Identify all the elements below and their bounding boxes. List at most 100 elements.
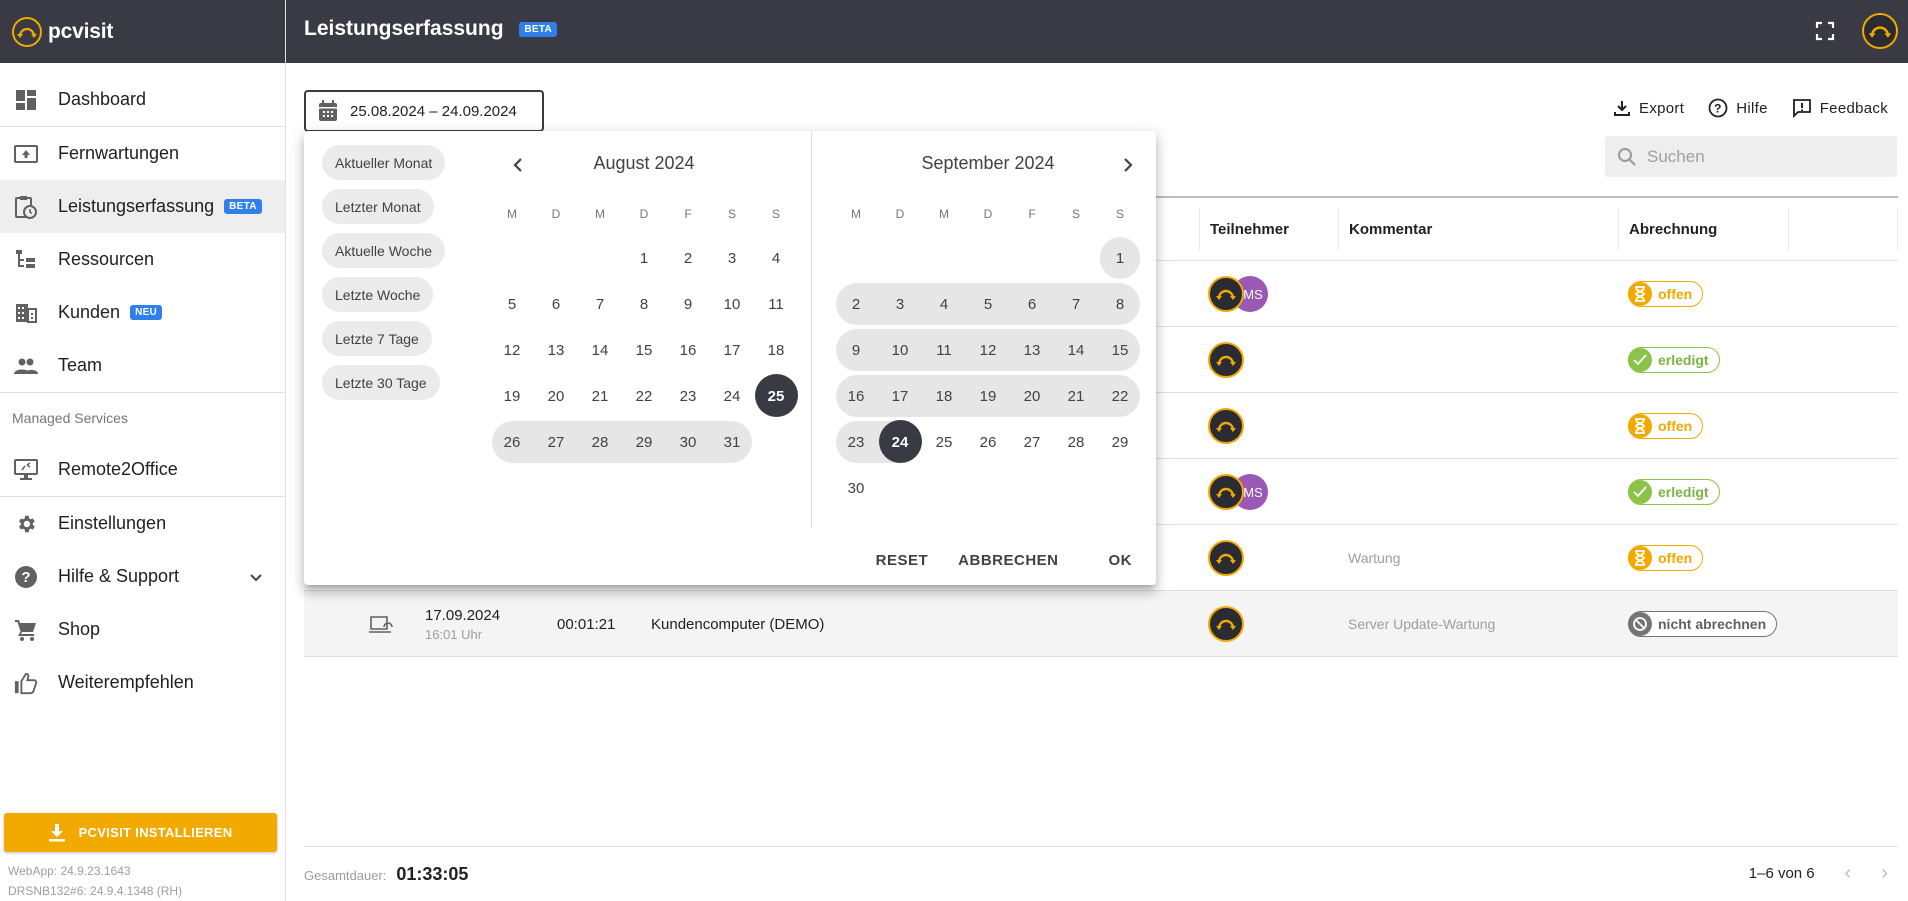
calendar-day[interactable]: 1 xyxy=(622,235,666,281)
sidebar-item-ressourcen[interactable]: Ressourcen xyxy=(0,233,285,286)
calendar-day[interactable]: 7 xyxy=(1054,281,1098,327)
calendar-day[interactable]: 28 xyxy=(578,419,622,465)
calendar-day[interactable]: 19 xyxy=(490,373,534,419)
calendar-day[interactable]: 18 xyxy=(754,327,798,373)
billing-status-badge[interactable]: offen xyxy=(1628,413,1704,439)
calendar-day[interactable]: 22 xyxy=(622,373,666,419)
calendar-day[interactable]: 21 xyxy=(578,373,622,419)
participant-avatar-pcvisit[interactable] xyxy=(1208,276,1244,312)
calendar-day[interactable]: 5 xyxy=(966,281,1010,327)
cancel-button[interactable]: ABBRECHEN xyxy=(958,552,1058,569)
preset-chip[interactable]: Aktueller Monat xyxy=(322,145,446,180)
calendar-day[interactable]: 4 xyxy=(754,235,798,281)
participant-avatar-pcvisit[interactable] xyxy=(1208,474,1244,510)
calendar-day[interactable]: 11 xyxy=(922,327,966,373)
calendar-day[interactable]: 6 xyxy=(1010,281,1054,327)
calendar-day[interactable]: 26 xyxy=(490,419,534,465)
calendar-day[interactable]: 18 xyxy=(922,373,966,419)
sidebar-item-fernwartungen[interactable]: Fernwartungen xyxy=(0,127,285,180)
sidebar-item-einstellungen[interactable]: Einstellungen xyxy=(0,497,285,550)
billing-status-badge[interactable]: erledigt xyxy=(1628,347,1720,373)
next-page-icon[interactable]: › xyxy=(1881,862,1888,885)
prev-page-icon[interactable]: ‹ xyxy=(1845,862,1852,885)
participant-avatar-pcvisit[interactable] xyxy=(1208,540,1244,576)
calendar-day[interactable]: 1 xyxy=(1098,235,1142,281)
billing-status-badge[interactable]: nicht abrechnen xyxy=(1628,611,1778,637)
ok-button[interactable]: OK xyxy=(1109,552,1133,569)
calendar-day[interactable]: 20 xyxy=(1010,373,1054,419)
calendar-day[interactable]: 11 xyxy=(754,281,798,327)
billing-status-badge[interactable]: erledigt xyxy=(1628,479,1720,505)
calendar-day[interactable]: 17 xyxy=(878,373,922,419)
calendar-day[interactable]: 5 xyxy=(490,281,534,327)
reset-button[interactable]: RESET xyxy=(876,552,929,569)
calendar-day[interactable]: 12 xyxy=(966,327,1010,373)
calendar-day[interactable]: 24 xyxy=(710,373,754,419)
calendar-day[interactable]: 10 xyxy=(710,281,754,327)
preset-chip[interactable]: Letzte Woche xyxy=(322,277,434,312)
table-row[interactable]: 17.09.2024 16:01 Uhr 00:01:21 Kundencompute… xyxy=(304,591,1898,657)
calendar-day[interactable]: 14 xyxy=(578,327,622,373)
calendar-day[interactable]: 3 xyxy=(878,281,922,327)
column-header-billing[interactable]: Abrechnung xyxy=(1618,208,1717,250)
search-field[interactable] xyxy=(1605,136,1897,177)
sidebar-item-leistungserfassung[interactable]: Leistungserfassung BETA xyxy=(0,180,285,233)
calendar-day[interactable]: 7 xyxy=(578,281,622,327)
participant-avatar-pcvisit[interactable] xyxy=(1208,408,1244,444)
preset-chip[interactable]: Letzter Monat xyxy=(322,189,434,224)
calendar-day[interactable]: 23 xyxy=(834,419,878,465)
export-button[interactable]: Export xyxy=(1613,98,1684,118)
fullscreen-icon[interactable] xyxy=(1814,20,1836,42)
participant-avatar-pcvisit[interactable] xyxy=(1208,342,1244,378)
calendar-day[interactable]: 9 xyxy=(834,327,878,373)
calendar-day[interactable]: 10 xyxy=(878,327,922,373)
calendar-day[interactable]: 19 xyxy=(966,373,1010,419)
calendar-day[interactable]: 25 xyxy=(754,373,798,419)
calendar-day[interactable]: 26 xyxy=(966,419,1010,465)
install-pcvisit-button[interactable]: PCVISIT INSTALLIEREN xyxy=(4,813,277,852)
sidebar-item-kunden[interactable]: Kunden NEU xyxy=(0,286,285,339)
calendar-day[interactable]: 28 xyxy=(1054,419,1098,465)
calendar-day[interactable]: 29 xyxy=(1098,419,1142,465)
preset-chip[interactable]: Letzte 30 Tage xyxy=(322,365,440,400)
calendar-day[interactable]: 30 xyxy=(666,419,710,465)
sidebar-item-hilfe-support[interactable]: ? Hilfe & Support xyxy=(0,550,285,603)
calendar-day[interactable]: 27 xyxy=(534,419,578,465)
next-month-icon[interactable] xyxy=(1114,151,1142,179)
calendar-day[interactable]: 25 xyxy=(922,419,966,465)
calendar-day[interactable]: 20 xyxy=(534,373,578,419)
column-header-participants[interactable]: Teilnehmer xyxy=(1199,208,1289,250)
calendar-day[interactable]: 2 xyxy=(666,235,710,281)
participant-avatar-pcvisit[interactable] xyxy=(1208,606,1244,642)
calendar-day[interactable]: 15 xyxy=(622,327,666,373)
calendar-day[interactable]: 16 xyxy=(666,327,710,373)
chevron-down-icon[interactable] xyxy=(249,567,263,588)
preset-chip[interactable]: Letzte 7 Tage xyxy=(322,321,432,356)
calendar-day[interactable]: 9 xyxy=(666,281,710,327)
calendar-day[interactable]: 17 xyxy=(710,327,754,373)
calendar-day[interactable]: 12 xyxy=(490,327,534,373)
calendar-day[interactable]: 29 xyxy=(622,419,666,465)
calendar-day[interactable]: 22 xyxy=(1098,373,1142,419)
calendar-day[interactable]: 23 xyxy=(666,373,710,419)
sidebar-item-dashboard[interactable]: Dashboard xyxy=(0,73,285,126)
calendar-day[interactable]: 21 xyxy=(1054,373,1098,419)
calendar-day[interactable]: 14 xyxy=(1054,327,1098,373)
preset-chip[interactable]: Aktuelle Woche xyxy=(322,233,446,268)
calendar-day[interactable]: 16 xyxy=(834,373,878,419)
calendar-day[interactable]: 2 xyxy=(834,281,878,327)
account-avatar[interactable] xyxy=(1862,13,1898,49)
billing-status-badge[interactable]: offen xyxy=(1628,281,1704,307)
logo[interactable]: pcvisit xyxy=(0,0,285,63)
search-input[interactable] xyxy=(1647,146,1887,167)
help-button[interactable]: ? Hilfe xyxy=(1708,98,1768,118)
sidebar-item-weiterempfehlen[interactable]: Weiterempfehlen xyxy=(0,656,285,709)
date-range-button[interactable]: 25.08.2024 – 24.09.2024 xyxy=(304,90,544,132)
column-header-comment[interactable]: Kommentar xyxy=(1338,208,1432,250)
sidebar-item-remote2office[interactable]: Remote2Office xyxy=(0,443,285,496)
calendar-day[interactable]: 24 xyxy=(878,419,922,465)
calendar-day[interactable]: 3 xyxy=(710,235,754,281)
calendar-day[interactable]: 15 xyxy=(1098,327,1142,373)
feedback-button[interactable]: Feedback xyxy=(1792,98,1888,118)
calendar-day[interactable]: 8 xyxy=(1098,281,1142,327)
